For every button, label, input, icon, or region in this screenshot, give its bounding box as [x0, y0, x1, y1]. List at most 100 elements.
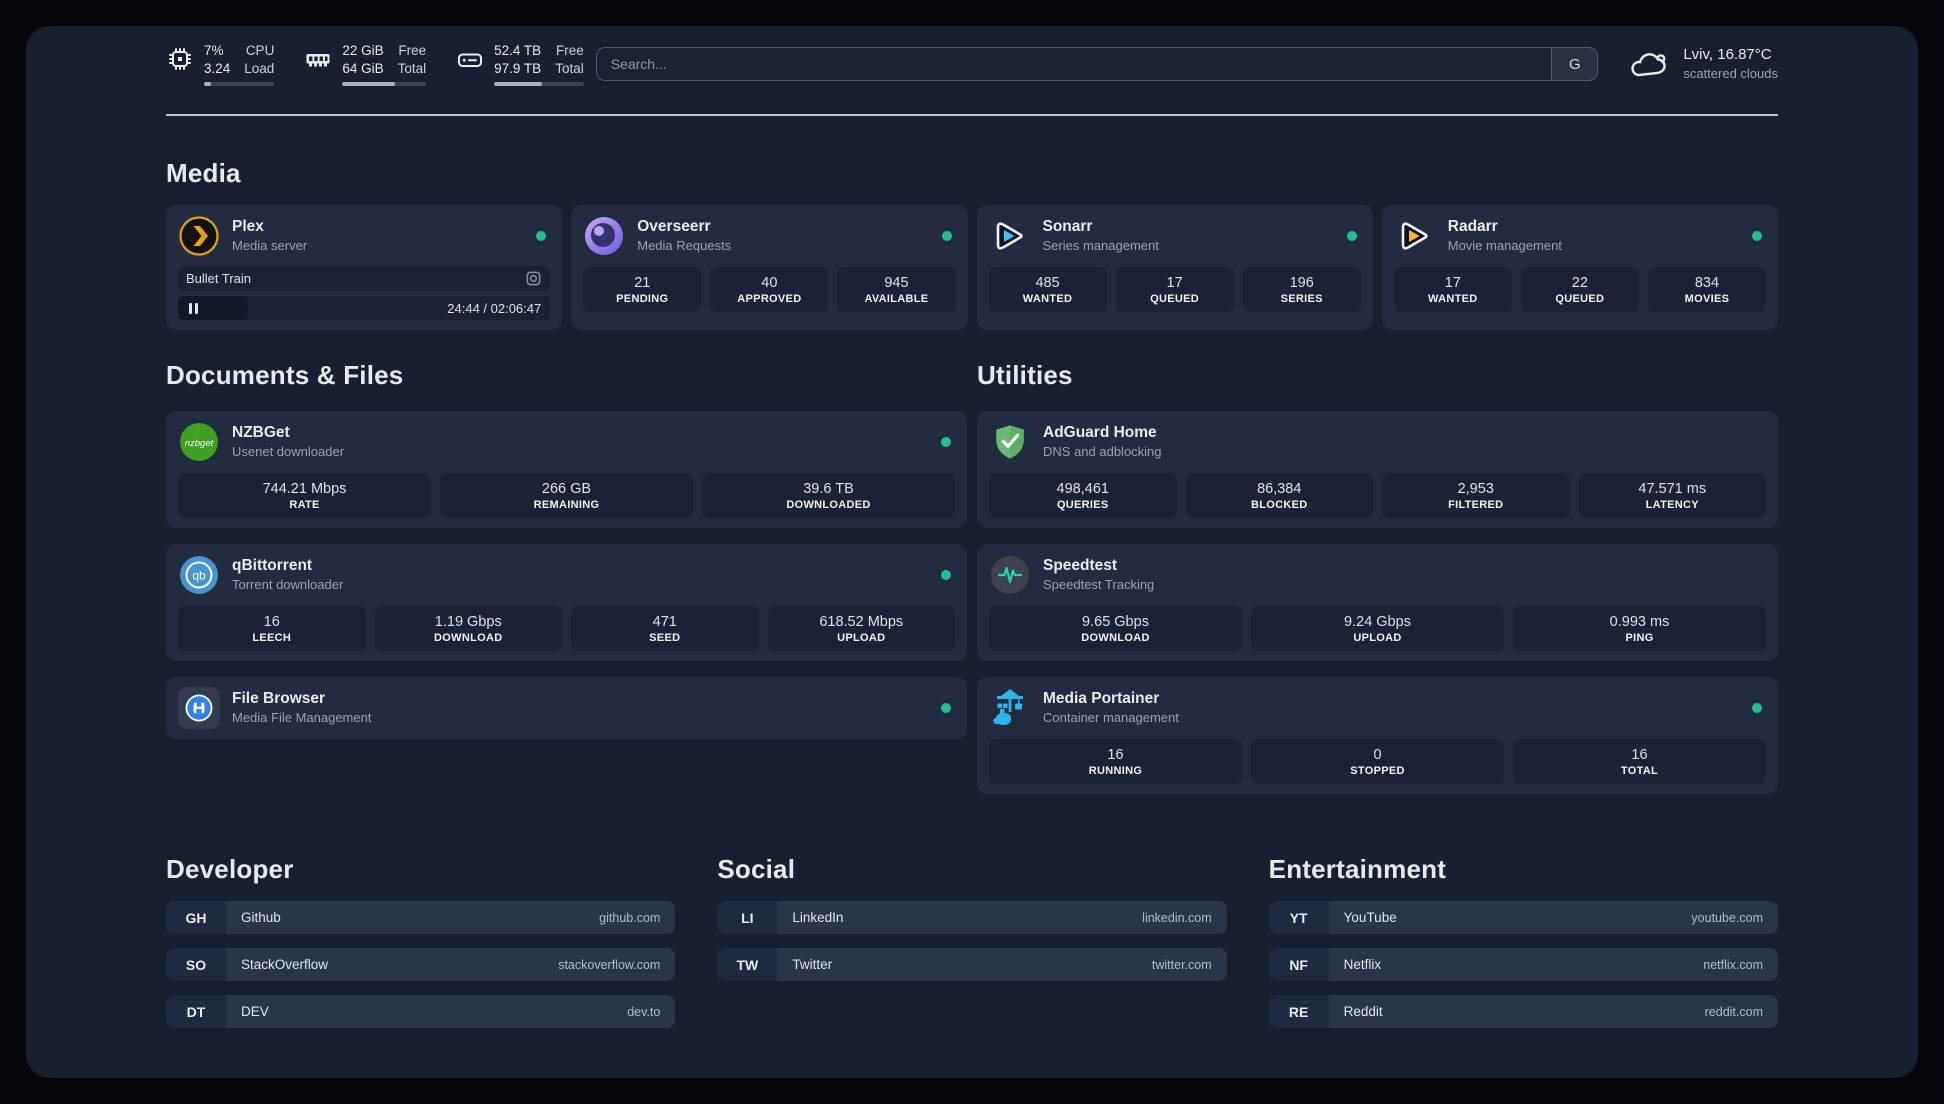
- status-dot: [941, 231, 952, 241]
- bookmarks-entertainment: Entertainment YT YouTube youtube.com NF …: [1268, 854, 1778, 1042]
- bookmark-abbr: DT: [166, 995, 226, 1028]
- cpu-widget: 7% 3.24 CPU Load: [166, 42, 275, 86]
- bookmark-github[interactable]: GH Github github.com: [166, 901, 676, 934]
- cpu-values: 7% 3.24: [204, 42, 230, 78]
- now-playing-title: Bullet Train: [186, 271, 252, 286]
- memory-widget: 22 GiB 64 GiB Free Total: [304, 42, 427, 86]
- qbittorrent-icon: qb: [178, 554, 220, 596]
- service-subtitle: DNS and adblocking: [1043, 443, 1162, 459]
- memory-icon: [306, 54, 330, 67]
- search-bar: G: [595, 47, 1599, 81]
- stat-queued: 22 QUEUED: [1520, 267, 1639, 312]
- status-dot: [941, 570, 951, 580]
- section-title-entertainment: Entertainment: [1268, 854, 1447, 884]
- section-title-social: Social: [717, 854, 796, 884]
- disk-free: 52.4 TB: [494, 43, 542, 59]
- disk-icon: [458, 53, 483, 68]
- svg-text:qb: qb: [192, 569, 206, 583]
- pause-icon: [189, 302, 192, 314]
- stat-download: 1.19 Gbps DOWNLOAD: [374, 606, 562, 651]
- stat-running: 16 RUNNING: [989, 739, 1242, 784]
- cpu-progress-fill: [204, 82, 212, 86]
- bookmark-name: StackOverflow: [241, 957, 329, 972]
- media-info-icon[interactable]: [525, 270, 542, 287]
- bookmark-abbr: TW: [717, 948, 778, 981]
- service-card-portainer[interactable]: Media Portainer Container management 16 …: [977, 677, 1778, 794]
- status-dot: [1346, 231, 1357, 241]
- bookmark-twitter[interactable]: TW Twitter twitter.com: [717, 948, 1227, 981]
- bookmark-dev[interactable]: DT DEV dev.to: [166, 995, 676, 1028]
- plex-icon: [178, 215, 220, 257]
- bookmark-name: LinkedIn: [792, 910, 844, 925]
- service-title: File Browser: [232, 690, 326, 708]
- now-playing-row: Bullet Train: [178, 266, 551, 291]
- service-card-plex[interactable]: Plex Media server Bullet Train 24:44 / 0…: [166, 205, 563, 330]
- service-card-nzbget[interactable]: nzbget NZBGet Usenet downloader 744.21 M…: [166, 411, 967, 528]
- stat-queued: 17 QUEUED: [1115, 267, 1234, 312]
- filebrowser-icon: [178, 687, 220, 729]
- service-title: Overseerr: [637, 218, 711, 236]
- bookmark-name: Github: [241, 910, 281, 925]
- service-card-adguard[interactable]: AdGuard Home DNS and adblocking 498,461 …: [977, 411, 1778, 528]
- stat-downloaded: 39.6 TB DOWNLOADED: [702, 473, 955, 518]
- weather-location-temp: Lviv, 16.87°C: [1683, 46, 1772, 64]
- search-input[interactable]: [596, 56, 1552, 72]
- stat-blocked: 86,384 BLOCKED: [1185, 473, 1373, 518]
- cpu-usage: 7%: [204, 43, 224, 59]
- service-subtitle: Media Requests: [637, 237, 732, 253]
- topbar: 7% 3.24 CPU Load 22 GiB 64 GiB Free Tota…: [166, 40, 1778, 88]
- stat-wanted: 485 WANTED: [988, 267, 1107, 312]
- service-card-overseerr[interactable]: Overseerr Media Requests 21 PENDING 40 A…: [571, 205, 968, 330]
- bookmark-abbr: RE: [1268, 995, 1329, 1028]
- bookmark-abbr: NF: [1268, 948, 1329, 981]
- stat-series: 196 SERIES: [1242, 267, 1361, 312]
- service-subtitle: Media File Management: [232, 709, 372, 725]
- bookmark-abbr: SO: [166, 948, 226, 981]
- service-subtitle: Usenet downloader: [232, 443, 345, 459]
- dashboard-frame: 7% 3.24 CPU Load 22 GiB 64 GiB Free Tota…: [0, 0, 1944, 1104]
- memory-labels: Free Total: [397, 43, 427, 77]
- bookmark-domain: reddit.com: [1704, 1004, 1763, 1019]
- bookmark-youtube[interactable]: YT YouTube youtube.com: [1268, 901, 1778, 934]
- stat-remaining: 266 GB REMAINING: [440, 473, 693, 518]
- bookmark-domain: youtube.com: [1691, 910, 1763, 925]
- service-title: Plex: [232, 218, 264, 236]
- pause-button[interactable]: [178, 296, 248, 320]
- disk-labels: Free Total: [555, 43, 584, 77]
- service-subtitle: Series management: [1042, 237, 1159, 253]
- search-provider-button[interactable]: G: [1551, 48, 1598, 80]
- service-title: qBittorrent: [232, 557, 313, 575]
- bookmark-abbr: GH: [166, 901, 226, 934]
- cpu-icon: [169, 48, 191, 71]
- memory-progress-fill: [342, 82, 396, 86]
- stat-filtered: 2,953 FILTERED: [1382, 473, 1570, 518]
- memory-progressbar: [342, 82, 427, 86]
- stat-upload: 618.52 Mbps UPLOAD: [767, 606, 955, 651]
- service-title: Sonarr: [1042, 218, 1093, 236]
- service-subtitle: Torrent downloader: [232, 576, 344, 592]
- bookmark-domain: twitter.com: [1151, 957, 1212, 972]
- bookmark-netflix[interactable]: NF Netflix netflix.com: [1268, 948, 1778, 981]
- service-card-qbittorrent[interactable]: qb qBittorrent Torrent downloader 16 LEE…: [166, 544, 967, 661]
- stat-available: 945 AVAILABLE: [837, 267, 956, 312]
- bookmark-name: Reddit: [1343, 1004, 1383, 1019]
- stat-stopped: 0 STOPPED: [1251, 739, 1504, 784]
- disk-values: 52.4 TB 97.9 TB: [494, 42, 541, 78]
- service-card-sonarr[interactable]: Sonarr Series management 485 WANTED 17 Q…: [976, 205, 1373, 330]
- service-title: NZBGet: [232, 424, 290, 442]
- service-card-radarr[interactable]: Radarr Movie management 17 WANTED 22 QUE…: [1381, 205, 1778, 330]
- bookmark-linkedin[interactable]: LI LinkedIn linkedin.com: [717, 901, 1227, 934]
- status-dot: [1752, 231, 1762, 241]
- service-card-filebrowser[interactable]: File Browser Media File Management: [166, 677, 967, 739]
- service-subtitle: Media server: [232, 237, 308, 253]
- cpu-labels: CPU Load: [244, 43, 275, 77]
- stat-upload: 9.24 Gbps UPLOAD: [1251, 606, 1504, 651]
- bookmark-reddit[interactable]: RE Reddit reddit.com: [1268, 995, 1778, 1028]
- bookmarks-developer: Developer GH Github github.com SO StackO…: [166, 854, 676, 1042]
- adguard-icon: [989, 421, 1031, 463]
- playback-progress: 24:44 / 02:06:47: [178, 296, 551, 320]
- bookmark-name: Netflix: [1343, 957, 1382, 972]
- bookmark-stackoverflow[interactable]: SO StackOverflow stackoverflow.com: [166, 948, 676, 981]
- service-card-speedtest[interactable]: Speedtest Speedtest Tracking 9.65 Gbps D…: [977, 544, 1778, 661]
- nzbget-icon: nzbget: [178, 421, 220, 463]
